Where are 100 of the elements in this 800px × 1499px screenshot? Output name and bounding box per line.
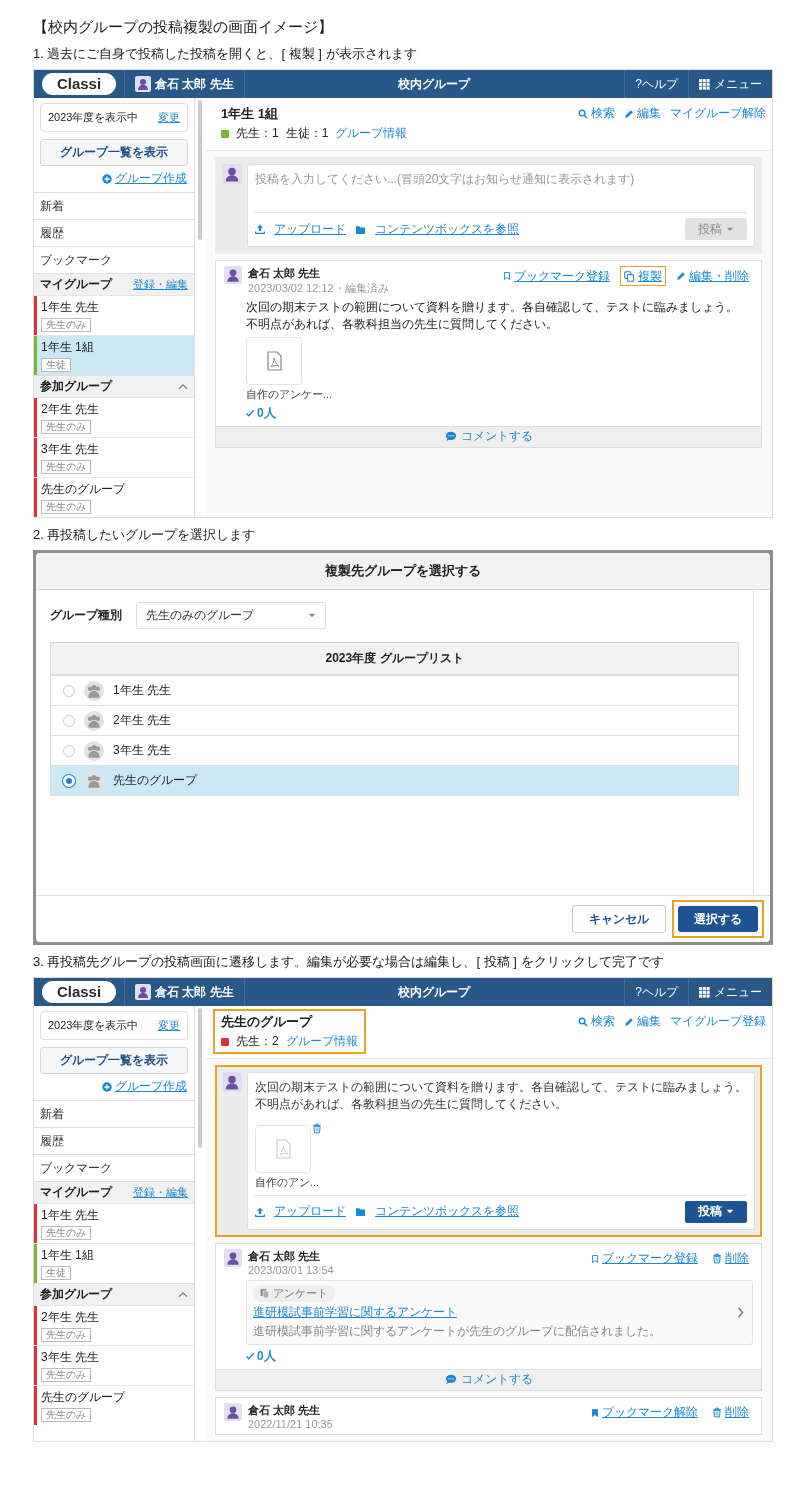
caret-down-icon bbox=[726, 1209, 734, 1215]
group-tag: 先生のみ bbox=[41, 1328, 91, 1342]
caret-down-icon bbox=[726, 226, 734, 232]
change-link[interactable]: 変更 bbox=[158, 1018, 180, 1033]
content-box-link[interactable]: コンテンツボックスを参照 bbox=[375, 1203, 519, 1221]
copy-link[interactable]: 複製 bbox=[620, 266, 666, 286]
group-name: 2年生 先生 bbox=[41, 401, 99, 418]
select-button[interactable]: 選択する bbox=[678, 906, 758, 932]
group-list-button[interactable]: グループ一覧を表示 bbox=[40, 139, 188, 166]
group-item[interactable]: 先生のグループ 先生のみ bbox=[34, 1385, 194, 1425]
pencil-icon bbox=[676, 271, 686, 281]
group-tag: 先生のみ bbox=[41, 1368, 91, 1382]
group-icon bbox=[84, 740, 104, 761]
attachment-tile[interactable] bbox=[246, 336, 302, 385]
create-group-link[interactable]: グループ作成 bbox=[115, 1078, 187, 1095]
search-link[interactable]: 検索 bbox=[578, 1013, 615, 1030]
mygroup-link[interactable]: マイグループ解除 bbox=[670, 105, 766, 122]
post-input-field[interactable]: 次回の期末テストの範囲について資料を贈ります。各自確認して、テストに臨みましょう。 不明点があれば、各教科担当の先生に質問してください。 bbox=[247, 1072, 755, 1120]
check-icon bbox=[246, 1351, 255, 1361]
read-count[interactable]: 0人 bbox=[257, 1347, 276, 1365]
member-count: 生徒：1 bbox=[285, 125, 329, 142]
copy-icon bbox=[624, 270, 635, 282]
group-item[interactable]: 3年生 先生 先生のみ bbox=[34, 437, 194, 477]
group-item[interactable]: 2年生 先生 先生のみ bbox=[34, 1305, 194, 1345]
survey-link[interactable]: 進研模試事前学習に関するアンケート bbox=[253, 1303, 457, 1321]
group-icon bbox=[84, 710, 104, 731]
logo[interactable]: Classi bbox=[42, 981, 116, 1003]
group-item[interactable]: 2年生 先生 先生のみ bbox=[34, 397, 194, 437]
group-info-link[interactable]: グループ情報 bbox=[335, 125, 408, 142]
group-row[interactable]: 先生のグループ bbox=[51, 765, 738, 795]
author-name: 倉石 太郎 先生 bbox=[248, 1402, 322, 1418]
survey-card[interactable]: アンケート 進研模試事前学習に関するアンケート 進研模試事前学習に関するアンケートが先生のグループに配信されました。 bbox=[246, 1279, 753, 1345]
check-icon bbox=[246, 408, 255, 418]
radio-button[interactable] bbox=[63, 684, 75, 697]
radio-button[interactable] bbox=[63, 744, 75, 757]
grid-icon bbox=[699, 78, 710, 90]
group-name: 先生のグループ bbox=[41, 1389, 125, 1406]
post-input-field[interactable]: 投稿を入力してください...(冒頭20文字はお知らせ通知に表示されます) bbox=[247, 164, 755, 212]
post-button[interactable]: 投稿 bbox=[685, 1200, 747, 1223]
document-icon bbox=[260, 1287, 270, 1299]
search-icon bbox=[578, 108, 588, 119]
search-link[interactable]: 検索 bbox=[578, 105, 615, 122]
bookmark-link[interactable]: ブックマーク登録 bbox=[587, 1248, 702, 1269]
bookmark-link[interactable]: ブックマーク登録 bbox=[499, 266, 614, 286]
radio-button[interactable] bbox=[63, 714, 75, 727]
edit-link[interactable]: 編集 bbox=[624, 1013, 661, 1030]
read-count[interactable]: 0人 bbox=[257, 404, 276, 422]
scrollbar[interactable] bbox=[198, 100, 202, 240]
content-box-link[interactable]: コンテンツボックスを参照 bbox=[375, 220, 519, 238]
register-edit-link[interactable]: 登録・編集 bbox=[133, 1185, 188, 1200]
cancel-button[interactable]: キャンセル bbox=[572, 905, 666, 933]
dialog-title: 複製先グループを選択する bbox=[36, 553, 770, 590]
speech-bubble-icon bbox=[444, 431, 457, 443]
bookmark-filled-icon bbox=[591, 1407, 599, 1418]
group-tag: 先生のみ bbox=[41, 318, 91, 332]
edit-link[interactable]: 編集 bbox=[624, 105, 661, 122]
group-name: 1年生 先生 bbox=[113, 682, 171, 699]
chevron-right-icon bbox=[737, 1306, 744, 1318]
plus-circle-icon bbox=[102, 1081, 112, 1092]
group-type-dropdown[interactable]: 先生のみのグループ bbox=[136, 602, 326, 629]
folder-icon bbox=[355, 224, 366, 234]
group-item[interactable]: 1年生 先生 先生のみ bbox=[34, 1203, 194, 1243]
create-group-link[interactable]: グループ作成 bbox=[115, 170, 187, 187]
nav-item[interactable]: 新着 bbox=[34, 192, 194, 219]
group-name: 1年生 先生 bbox=[41, 1207, 99, 1224]
group-item[interactable]: 1年生 1組 生徒 bbox=[34, 335, 194, 375]
change-link[interactable]: 変更 bbox=[158, 110, 180, 125]
mygroup-link[interactable]: マイグループ登録 bbox=[670, 1013, 766, 1030]
group-info-link[interactable]: グループ情報 bbox=[285, 1033, 358, 1050]
group-item[interactable]: 先生のグループ 先生のみ bbox=[34, 477, 194, 517]
group-list-button[interactable]: グループ一覧を表示 bbox=[40, 1047, 188, 1074]
delete-link[interactable]: 削除 bbox=[708, 1402, 753, 1423]
avatar-icon bbox=[224, 266, 242, 284]
nav-item[interactable]: 履歴 bbox=[34, 1127, 194, 1154]
group-item[interactable]: 3年生 先生 先生のみ bbox=[34, 1345, 194, 1385]
scrollbar[interactable] bbox=[198, 1008, 202, 1148]
upload-link[interactable]: アップロード bbox=[274, 1203, 346, 1221]
group-tag: 先生のみ bbox=[41, 500, 91, 514]
post-date: 2023/03/01 13:54 bbox=[248, 1263, 334, 1276]
edit-delete-link[interactable]: 編集・削除 bbox=[672, 266, 753, 286]
pdf-file-icon bbox=[274, 1138, 292, 1159]
delete-link[interactable]: 削除 bbox=[708, 1248, 753, 1269]
survey-badge: アンケート bbox=[253, 1284, 335, 1302]
upload-link[interactable]: アップロード bbox=[274, 220, 346, 238]
nav-item[interactable]: 履歴 bbox=[34, 219, 194, 246]
group-name: 1年生 先生 bbox=[41, 299, 99, 316]
group-tag: 先生のみ bbox=[41, 1408, 91, 1422]
logo[interactable]: Classi bbox=[42, 73, 116, 95]
attachment-tile[interactable] bbox=[255, 1124, 311, 1173]
survey-description: 進研模試事前学習に関するアンケートが先生のグループに配信されました。 bbox=[253, 1322, 661, 1340]
register-edit-link[interactable]: 登録・編集 bbox=[133, 277, 188, 292]
user-name: 倉石 太郎 先生 bbox=[155, 75, 234, 93]
post-date: 2022/11/21 10:35 bbox=[248, 1417, 333, 1430]
bookmark-icon bbox=[591, 1253, 599, 1264]
page-title: 【校内グループの投稿複製の画面イメージ】 bbox=[33, 18, 334, 37]
group-icon bbox=[84, 770, 104, 791]
nav-item[interactable]: 新着 bbox=[34, 1100, 194, 1127]
unbookmark-link[interactable]: ブックマーク解除 bbox=[587, 1402, 702, 1423]
avatar-icon bbox=[135, 76, 151, 92]
year-label: 2023年度を表示中 bbox=[48, 110, 139, 125]
